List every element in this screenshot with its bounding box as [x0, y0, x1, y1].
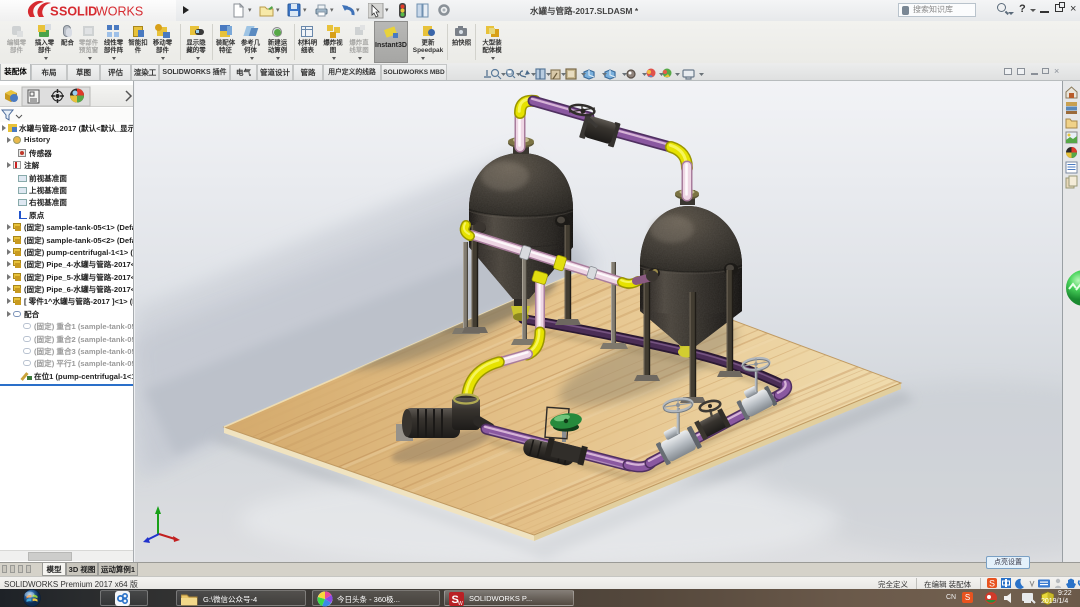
svg-text:S: S [989, 579, 995, 589]
svg-text:WORKS: WORKS [96, 5, 143, 19]
svg-text:SOLID: SOLID [59, 5, 97, 19]
svg-text:W: W [458, 601, 463, 607]
svg-text:S: S [50, 4, 59, 19]
